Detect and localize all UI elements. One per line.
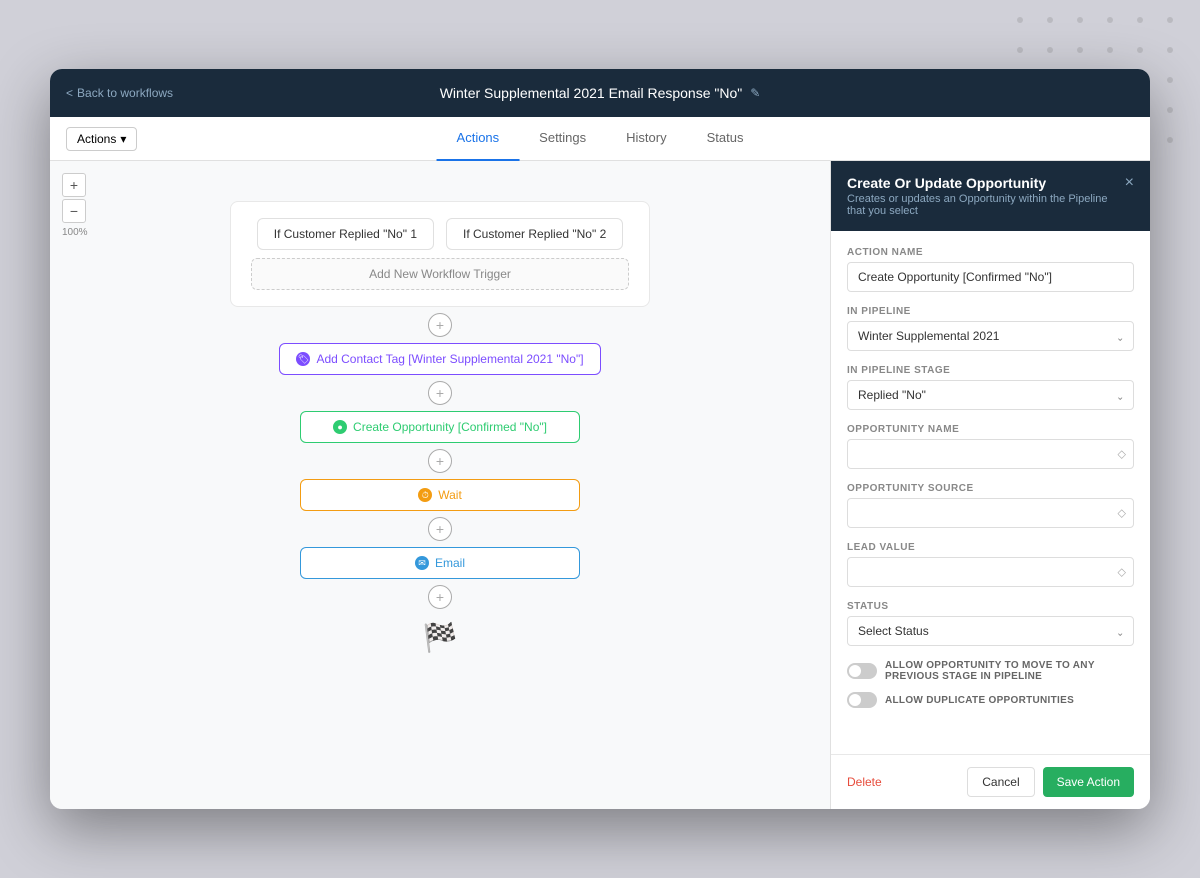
connector-3[interactable]: + (428, 449, 452, 473)
opportunity-name-input[interactable] (847, 439, 1134, 469)
lead-value-field-group: LEAD VALUE ◇ (847, 542, 1134, 587)
status-label: STATUS (847, 601, 1134, 612)
connector-4[interactable]: + (428, 517, 452, 541)
in-pipeline-field-group: IN PIPELINE Winter Supplemental 2021 (847, 306, 1134, 351)
tab-history[interactable]: History (606, 117, 686, 161)
lead-value-icon: ◇ (1118, 566, 1126, 579)
status-select-wrapper: Select Status (847, 616, 1134, 646)
pipeline-stage-select[interactable]: Replied "No" (847, 380, 1134, 410)
top-bar: Back to workflows Winter Supplemental 20… (50, 69, 1150, 117)
trigger-top-row: If Customer Replied "No" 1 If Customer R… (251, 218, 629, 250)
status-field-group: STATUS Select Status (847, 601, 1134, 646)
tag-node-icon: 🏷 (296, 352, 310, 366)
pipeline-stage-field-group: IN PIPELINE STAGE Replied "No" (847, 365, 1134, 410)
cancel-button[interactable]: Cancel (967, 767, 1034, 797)
opportunity-source-input[interactable] (847, 498, 1134, 528)
workflow-content: If Customer Replied "No" 1 If Customer R… (70, 181, 810, 654)
action-name-label: ACTION NAME (847, 247, 1134, 258)
sub-nav: Actions ▾ Actions Settings History Statu… (50, 117, 1150, 161)
in-pipeline-select-wrapper: Winter Supplemental 2021 (847, 321, 1134, 351)
opportunity-name-field-group: OPPORTUNITY NAME ◇ (847, 424, 1134, 469)
edit-title-icon[interactable]: ✎ (750, 86, 760, 100)
connector-2[interactable]: + (428, 381, 452, 405)
toggle-duplicate-row: ALLOW DUPLICATE OPPORTUNITIES (847, 692, 1134, 708)
panel-footer: Delete Cancel Save Action (831, 754, 1150, 809)
opportunity-name-input-wrapper: ◇ (847, 439, 1134, 469)
pipeline-stage-select-wrapper: Replied "No" (847, 380, 1134, 410)
lead-value-input[interactable] (847, 557, 1134, 587)
toggle-previous-stage[interactable] (847, 663, 877, 679)
wait-node-icon: ⏱ (418, 488, 432, 502)
lead-value-input-wrapper: ◇ (847, 557, 1134, 587)
trigger-container: If Customer Replied "No" 1 If Customer R… (230, 201, 650, 307)
opportunity-source-field-group: OPPORTUNITY SOURCE ◇ (847, 483, 1134, 528)
toggle-previous-stage-row: ALLOW OPPORTUNITY TO MOVE TO ANY PREVIOU… (847, 660, 1134, 682)
close-panel-button[interactable]: × (1125, 175, 1134, 191)
action-name-input[interactable] (847, 262, 1134, 292)
toggle-previous-stage-label: ALLOW OPPORTUNITY TO MOVE TO ANY PREVIOU… (885, 660, 1134, 682)
footer-right-buttons: Cancel Save Action (967, 767, 1134, 797)
status-select[interactable]: Select Status (847, 616, 1134, 646)
tag-action-node[interactable]: 🏷 Add Contact Tag [Winter Supplemental 2… (279, 343, 600, 375)
panel-title: Create Or Update Opportunity (847, 175, 1125, 191)
connector-1[interactable]: + (428, 313, 452, 337)
trigger-box-1[interactable]: If Customer Replied "No" 1 (257, 218, 434, 250)
action-name-field-group: ACTION NAME (847, 247, 1134, 292)
toggle-duplicate[interactable] (847, 692, 877, 708)
tab-container: Actions Settings History Status (437, 117, 764, 161)
main-content: + − 100% If Customer Replied "No" 1 If C… (50, 161, 1150, 809)
finish-flag: 🏁 (423, 621, 458, 654)
wait-action-node[interactable]: ⏱ Wait (300, 479, 580, 511)
in-pipeline-label: IN PIPELINE (847, 306, 1134, 317)
zoom-level: 100% (62, 227, 88, 238)
tab-status[interactable]: Status (687, 117, 764, 161)
panel-subtitle: Creates or updates an Opportunity within… (847, 193, 1125, 217)
opportunity-action-node[interactable]: ● Create Opportunity [Confirmed "No"] (300, 411, 580, 443)
workflow-title: Winter Supplemental 2021 Email Response … (440, 85, 761, 101)
workflow-canvas[interactable]: + − 100% If Customer Replied "No" 1 If C… (50, 161, 830, 809)
zoom-in-button[interactable]: + (62, 173, 86, 197)
zoom-out-button[interactable]: − (62, 199, 86, 223)
opportunity-source-icon: ◇ (1118, 507, 1126, 520)
pipeline-stage-label: IN PIPELINE STAGE (847, 365, 1134, 376)
opportunity-source-label: OPPORTUNITY SOURCE (847, 483, 1134, 494)
panel-header: Create Or Update Opportunity Creates or … (831, 161, 1150, 231)
tab-settings[interactable]: Settings (519, 117, 606, 161)
chevron-down-icon: ▾ (120, 132, 126, 146)
app-container: Back to workflows Winter Supplemental 20… (50, 69, 1150, 809)
back-to-workflows-link[interactable]: Back to workflows (66, 86, 173, 100)
tab-actions[interactable]: Actions (437, 117, 520, 161)
add-trigger-button[interactable]: Add New Workflow Trigger (251, 258, 629, 290)
in-pipeline-select[interactable]: Winter Supplemental 2021 (847, 321, 1134, 351)
actions-dropdown-button[interactable]: Actions ▾ (66, 127, 137, 151)
opportunity-name-label: OPPORTUNITY NAME (847, 424, 1134, 435)
panel-body: ACTION NAME IN PIPELINE Winter Supplemen… (831, 231, 1150, 754)
email-node-icon: ✉ (415, 556, 429, 570)
email-action-node[interactable]: ✉ Email (300, 547, 580, 579)
zoom-controls: + − 100% (62, 173, 88, 238)
delete-button[interactable]: Delete (847, 775, 882, 789)
connector-5[interactable]: + (428, 585, 452, 609)
opportunity-name-icon: ◇ (1118, 448, 1126, 461)
trigger-box-2[interactable]: If Customer Replied "No" 2 (446, 218, 623, 250)
opportunity-node-icon: ● (333, 420, 347, 434)
right-panel: Create Or Update Opportunity Creates or … (830, 161, 1150, 809)
lead-value-label: LEAD VALUE (847, 542, 1134, 553)
opportunity-source-input-wrapper: ◇ (847, 498, 1134, 528)
toggle-duplicate-label: ALLOW DUPLICATE OPPORTUNITIES (885, 695, 1074, 706)
save-action-button[interactable]: Save Action (1043, 767, 1134, 797)
